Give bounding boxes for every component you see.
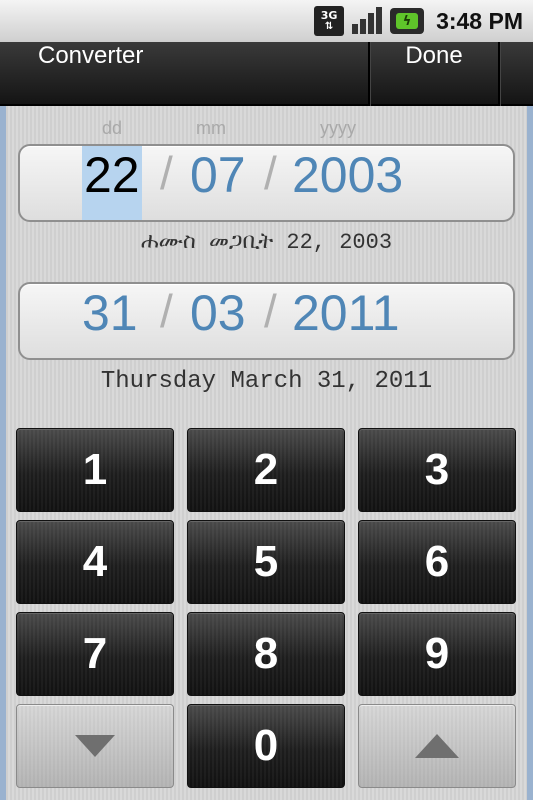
- data-arrows-icon: ⇅: [324, 21, 334, 32]
- month-label: mm: [196, 118, 226, 138]
- gregorian-date-caption: Thursday March 31, 2011: [100, 368, 433, 395]
- key-3[interactable]: 3: [358, 428, 516, 512]
- key-6[interactable]: 6: [358, 520, 516, 604]
- ethiopian-date-input[interactable]: 22 / 07 / 2003: [18, 144, 515, 222]
- year-label: yyyy: [320, 118, 356, 138]
- gregorian-day-field[interactable]: 31: [82, 284, 138, 358]
- network-3g-icon: 3G ⇅: [314, 6, 345, 36]
- battery-charging-icon: ϟ: [390, 8, 425, 34]
- converter-panel: dd mm yyyy 22 / 07 / 2003 ሐሙስ መጋቢት 22, 2…: [0, 106, 533, 800]
- title-bar: Converter Done: [0, 42, 533, 106]
- title-divider-right: [498, 42, 500, 106]
- triangle-down-icon: [75, 735, 115, 757]
- app-title[interactable]: Converter: [38, 42, 143, 106]
- date-separator: /: [264, 147, 277, 199]
- triangle-up-icon: [415, 734, 459, 758]
- decrement-button[interactable]: [16, 704, 174, 788]
- done-button[interactable]: Done: [370, 42, 498, 106]
- ethiopian-year-field[interactable]: 2003: [292, 146, 403, 220]
- increment-button[interactable]: [358, 704, 516, 788]
- key-2[interactable]: 2: [187, 428, 345, 512]
- key-4[interactable]: 4: [16, 520, 174, 604]
- field-labels: dd mm yyyy: [6, 118, 527, 140]
- ethiopian-day-field[interactable]: 22: [82, 146, 142, 220]
- key-9[interactable]: 9: [358, 612, 516, 696]
- status-time: 3:48 PM: [436, 7, 523, 34]
- ethiopian-month-field[interactable]: 07: [190, 146, 246, 220]
- key-0[interactable]: 0: [187, 704, 345, 788]
- key-1[interactable]: 1: [16, 428, 174, 512]
- key-8[interactable]: 8: [187, 612, 345, 696]
- gregorian-year-field[interactable]: 2011: [292, 284, 400, 358]
- date-separator: /: [264, 285, 277, 337]
- gregorian-date-input[interactable]: 31 / 03 / 2011: [18, 282, 515, 360]
- date-separator: /: [160, 285, 173, 337]
- numeric-keypad: 1 2 3 4 5 6 7 8 9 0: [16, 428, 517, 800]
- ethiopian-date-caption: ሐሙስ መጋቢት 22, 2003: [140, 230, 393, 255]
- key-5[interactable]: 5: [187, 520, 345, 604]
- signal-strength-icon: [350, 6, 384, 36]
- day-label: dd: [102, 118, 123, 138]
- gregorian-month-field[interactable]: 03: [190, 284, 246, 358]
- status-bar: 3G ⇅ ϟ 3:48 PM: [0, 0, 533, 42]
- key-7[interactable]: 7: [16, 612, 174, 696]
- network-type: 3G: [320, 9, 338, 22]
- date-separator: /: [160, 147, 173, 199]
